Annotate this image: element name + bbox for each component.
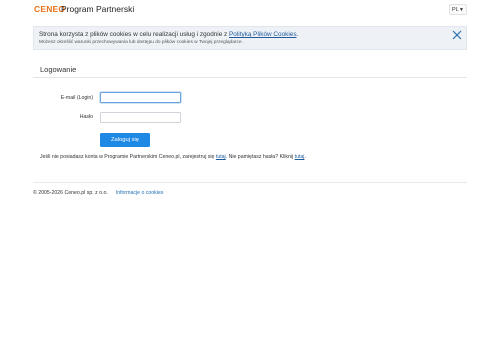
email-label: E-mail (Login) <box>60 95 93 101</box>
copyright: © 2005-2026 Ceneo.pl sp. z o.o. <box>33 190 108 196</box>
language-selector[interactable]: PL ▼ <box>449 4 467 15</box>
footer: © 2005-2026 Ceneo.pl sp. z o.o. Informacj… <box>33 190 163 196</box>
chevron-down-icon: ▼ <box>459 7 464 13</box>
cookie-notice: Strona korzysta z plików cookies w celu … <box>33 26 467 50</box>
email-field[interactable] <box>100 92 181 103</box>
register-link[interactable]: tutaj <box>216 154 226 160</box>
app-title: Program Partnerski <box>61 4 135 14</box>
close-icon[interactable] <box>451 29 463 41</box>
password-label: Hasło <box>79 114 93 120</box>
cookie-policy-link[interactable]: Polityką Plików Cookies <box>229 31 296 38</box>
cookie-notice-text: Strona korzysta z plików cookies w celu … <box>39 31 299 38</box>
top-bar: CENEO Program Partnerski PL ▼ <box>0 0 500 20</box>
forgot-password-link[interactable]: tutaj <box>295 154 305 160</box>
register-info: Jeśli nie posiadasz konta w Programie Pa… <box>40 154 306 160</box>
cookies-info-link[interactable]: Informacje o cookies <box>116 190 164 196</box>
login-title: Logowanie <box>40 65 77 74</box>
footer-divider <box>33 182 467 183</box>
login-button[interactable]: Zaloguj się <box>100 133 150 147</box>
password-field[interactable] <box>100 112 181 123</box>
language-value: PL <box>452 7 459 13</box>
cookie-notice-note: Możesz określić warunki przechowywania l… <box>39 40 243 45</box>
divider <box>33 77 467 78</box>
login-panel: Logowanie E-mail (Login) Hasło Zaloguj s… <box>33 60 467 180</box>
